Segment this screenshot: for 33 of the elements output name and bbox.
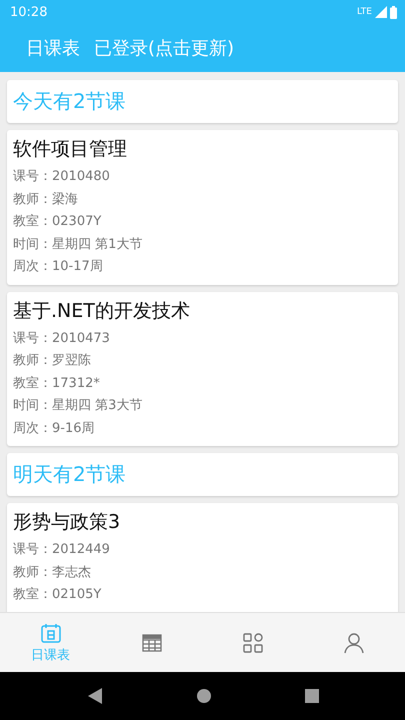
home-icon[interactable] <box>196 688 212 704</box>
grid-icon <box>242 632 264 654</box>
network-type: LTE <box>357 7 372 17</box>
course-detail: 课号：2010473 <box>13 330 111 348</box>
course-card[interactable]: 软件项目管理 课号：2010480 教师：梁海 教室：02307Y 时间：星期四 第1大节 周次：10-17周 <box>7 130 398 284</box>
app-title: 日课表 <box>26 37 80 60</box>
calendar-icon <box>40 622 62 644</box>
person-icon <box>343 632 366 654</box>
day-header: 明天有2节课 <box>7 453 398 496</box>
course-detail: 时间：星期四 第1大节 <box>13 236 144 254</box>
back-icon[interactable] <box>86 687 102 705</box>
course-detail: 课号：2010480 <box>13 168 111 186</box>
course-detail: 教室：17312* <box>13 374 101 392</box>
battery-icon <box>390 6 397 18</box>
signal-icon <box>375 6 387 18</box>
course-detail: 教室：02307Y <box>13 213 102 231</box>
course-detail: 教师：李志杰 <box>13 564 92 582</box>
clock: 10:28 <box>10 4 48 20</box>
course-card[interactable]: 形势与政策3 课号：2012449 教师：李志杰 教室：02105Y <box>7 503 398 612</box>
table-icon <box>140 632 163 652</box>
course-name: 基于.NET的开发技术 <box>13 298 191 324</box>
course-detail: 周次：9-16周 <box>13 420 96 438</box>
course-name: 软件项目管理 <box>13 137 128 162</box>
recents-icon[interactable] <box>304 689 318 703</box>
day-header: 今天有2节课 <box>7 80 398 123</box>
course-detail: 教师：罗翌陈 <box>13 352 92 370</box>
course-detail: 教室：02105Y <box>13 586 102 604</box>
course-detail: 课号：2012449 <box>13 541 111 559</box>
course-detail: 周次：10-17周 <box>13 258 104 276</box>
course-detail: 时间：星期四 第3大节 <box>13 397 144 415</box>
course-card[interactable]: 基于.NET的开发技术 课号：2010473 教师：罗翌陈 教室：17312* 时间：星期四 第3大节 周次：9-16周 <box>7 292 398 446</box>
course-name: 形势与政策3 <box>13 510 122 535</box>
course-detail: 教师：梁海 <box>13 190 79 208</box>
